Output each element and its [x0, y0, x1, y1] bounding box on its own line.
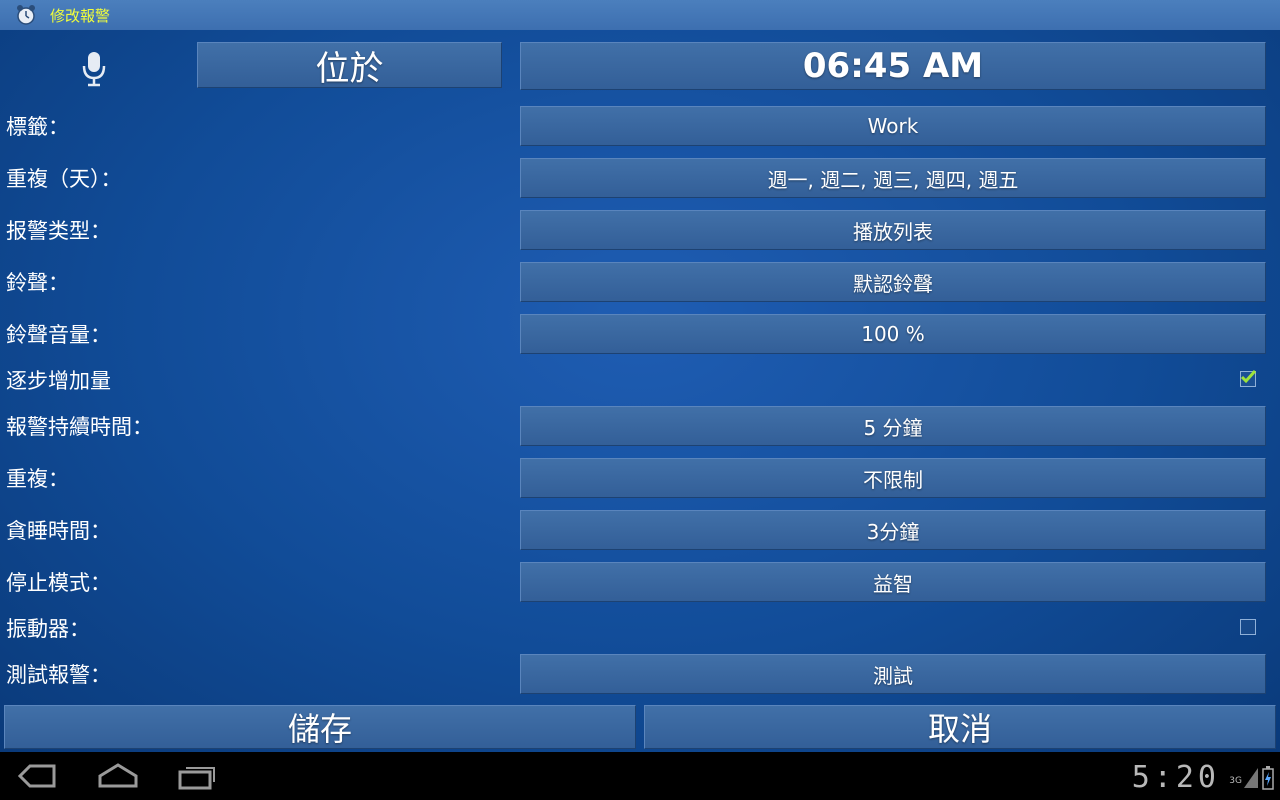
vibrator-checkbox[interactable]: [1240, 619, 1256, 635]
repeat-days-label: 重複（天）：: [6, 167, 122, 191]
stop-mode-button[interactable]: 益智: [520, 562, 1266, 602]
alarm-time-button[interactable]: 06:45 AM: [520, 42, 1266, 90]
home-icon[interactable]: [98, 762, 138, 790]
mode-button[interactable]: 位於: [197, 42, 502, 89]
recent-apps-icon[interactable]: [178, 762, 218, 790]
save-button[interactable]: 儲存: [4, 705, 636, 749]
alarm-type-label: 报警类型：: [6, 219, 111, 243]
stop-mode-label: 停止模式：: [6, 571, 111, 595]
snooze-label: 貪睡時間：: [6, 519, 111, 543]
signal-icon: [1244, 768, 1258, 788]
snooze-button[interactable]: 3分鐘: [520, 510, 1266, 550]
status-clock: 5:20: [1131, 760, 1220, 795]
repeat-days-button[interactable]: 週一, 週二, 週三, 週四, 週五: [520, 158, 1266, 198]
alarm-duration-label: 報警持續時間：: [6, 415, 153, 439]
title-bar: 修改報警: [0, 0, 1280, 30]
alarm-duration-button[interactable]: 5 分鐘: [520, 406, 1266, 446]
repeat-count-label: 重複：: [6, 467, 69, 491]
volume-label: 鈴聲音量：: [6, 323, 111, 347]
test-alarm-button[interactable]: 測試: [520, 654, 1266, 694]
volume-button[interactable]: 100 %: [520, 314, 1266, 354]
gradual-increase-checkbox[interactable]: [1240, 369, 1256, 387]
gradual-increase-label: 逐步增加量: [6, 369, 111, 393]
system-nav-bar: 5:20 3G: [0, 752, 1280, 800]
back-icon[interactable]: [18, 762, 58, 790]
test-alarm-label: 測試報警：: [6, 663, 111, 687]
microphone-icon[interactable]: [78, 48, 110, 88]
check-mark-icon: [1240, 369, 1256, 384]
ringtone-label: 鈴聲：: [6, 271, 69, 295]
alarm-clock-icon: [17, 5, 35, 25]
window-title: 修改報警: [50, 6, 111, 25]
cancel-button[interactable]: 取消: [644, 705, 1276, 749]
network-type: 3G: [1229, 776, 1242, 786]
battery-icon: [1262, 766, 1274, 790]
vibrator-label: 振動器：: [6, 617, 90, 641]
ringtone-button[interactable]: 默認鈴聲: [520, 262, 1266, 302]
repeat-count-button[interactable]: 不限制: [520, 458, 1266, 498]
alarm-edit-form: 位於 06:45 AM 標籤： Work 重複（天）： 週一, 週二, 週三, …: [0, 30, 1280, 752]
label-field-label: 標籤：: [6, 115, 69, 139]
alarm-type-button[interactable]: 播放列表: [520, 210, 1266, 250]
label-value-button[interactable]: Work: [520, 106, 1266, 146]
